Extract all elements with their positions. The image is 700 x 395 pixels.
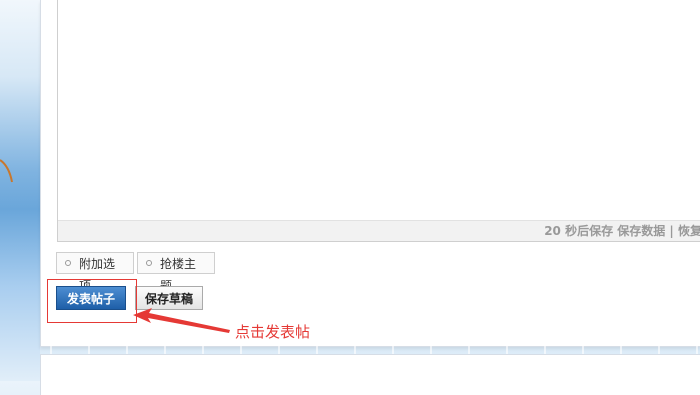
expand-dot-icon bbox=[65, 260, 71, 266]
annotation-callout: 点击发表帖 bbox=[235, 323, 311, 341]
background-decoration bbox=[50, 346, 700, 354]
next-panel bbox=[40, 354, 700, 395]
post-content-editor[interactable]: 20 秒后保存 保存数据 | 恢复 bbox=[57, 0, 700, 242]
grab-floor-button[interactable]: 抢楼主题 bbox=[137, 252, 215, 293]
autosave-status: 20 秒后保存 保存数据 | 恢复 bbox=[544, 224, 700, 238]
bird-decoration-icon bbox=[0, 159, 13, 183]
attach-options-button[interactable]: 附加选项 bbox=[56, 252, 134, 293]
background-strip bbox=[0, 0, 40, 381]
annotation-arrow-icon bbox=[133, 308, 230, 333]
editor-status-bar: 20 秒后保存 保存数据 | 恢复 bbox=[58, 220, 700, 241]
highlight-box bbox=[47, 279, 137, 323]
expand-dot-icon bbox=[146, 260, 152, 266]
